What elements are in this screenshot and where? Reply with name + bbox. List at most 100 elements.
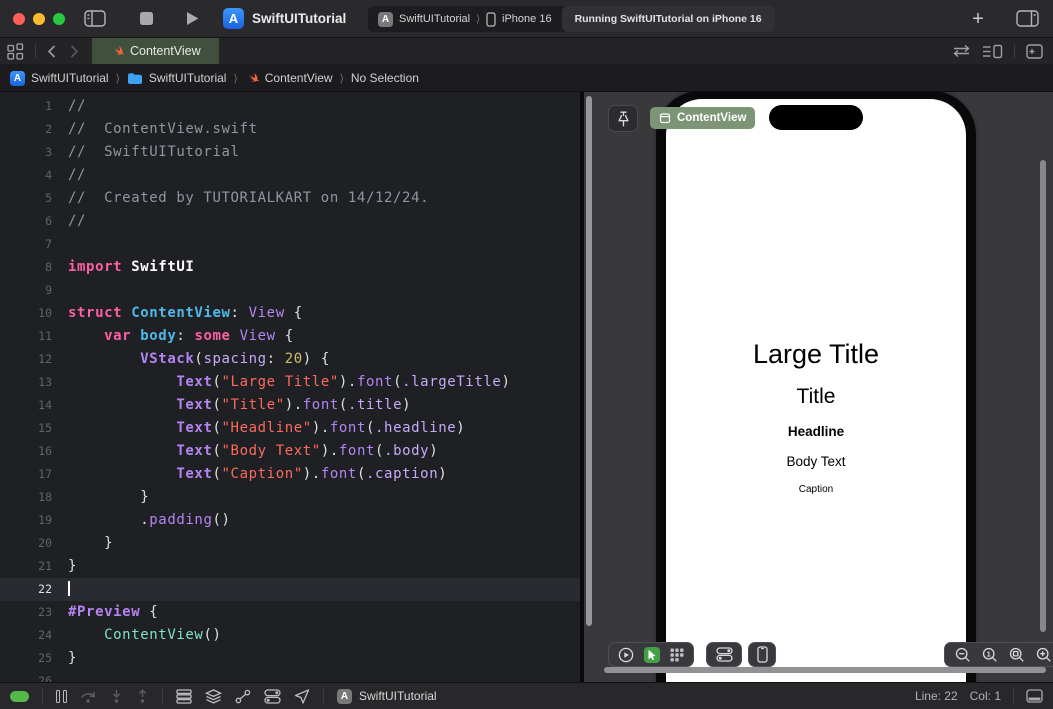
line-number: 17 <box>0 463 52 486</box>
code-editor[interactable]: 1//2// ContentView.swift3// SwiftUITutor… <box>0 92 580 682</box>
minimap-options-icon[interactable] <box>982 44 1003 59</box>
breadcrumb-group[interactable]: SwiftUITutorial <box>127 71 227 85</box>
preview-text-stack: Large Title Title Headline Body Text Cap… <box>666 339 966 495</box>
activity-status[interactable]: Running SwiftUITutorial on iPhone 16 <box>562 6 775 32</box>
line-number: 3 <box>0 141 52 164</box>
code-line[interactable]: 23#Preview { <box>0 601 580 624</box>
scheme-target[interactable]: A SwiftUITutorial ⟩ iPhone 16 <box>368 12 562 27</box>
code-line[interactable]: 14 Text("Title").font(.title) <box>0 394 580 417</box>
code-line[interactable]: 22 <box>0 578 580 601</box>
code-line[interactable]: 6// <box>0 210 580 233</box>
zoom-out-icon[interactable] <box>955 647 971 663</box>
code-line[interactable]: 17 Text("Caption").font(.caption) <box>0 463 580 486</box>
code-line[interactable]: 7 <box>0 233 580 256</box>
divider <box>162 689 163 703</box>
breadcrumb-separator: ⟩ <box>233 72 237 85</box>
debug-bar: A SwiftUITutorial Line: 22 Col: 1 <box>0 682 1053 709</box>
line-number: 10 <box>0 302 52 325</box>
device-settings-button[interactable] <box>706 642 742 667</box>
preview-mode-group <box>608 642 694 667</box>
line-number: 2 <box>0 118 52 141</box>
scheme-project-label: SwiftUITutorial <box>399 13 470 25</box>
iphone-screen[interactable]: Large Title Title Headline Body Text Cap… <box>666 99 966 682</box>
code-line[interactable]: 10struct ContentView: View { <box>0 302 580 325</box>
code-line[interactable]: 12 VStack(spacing: 20) { <box>0 348 580 371</box>
zoom-fit-icon[interactable] <box>1009 647 1025 663</box>
line-number: 1 <box>0 95 52 118</box>
code-line[interactable]: 2// ContentView.swift <box>0 118 580 141</box>
swap-editors-icon[interactable] <box>952 44 971 58</box>
line-number: 24 <box>0 624 52 647</box>
go-back-button[interactable] <box>40 38 63 64</box>
code-line[interactable]: 11 var body: some View { <box>0 325 580 348</box>
step-into-icon[interactable] <box>110 689 123 704</box>
code-line[interactable]: 9 <box>0 279 580 302</box>
go-forward-button[interactable] <box>63 38 86 64</box>
step-over-icon[interactable] <box>80 689 97 704</box>
tab-contentview[interactable]: ContentView <box>92 38 219 64</box>
run-button[interactable] <box>184 10 200 27</box>
code-line[interactable]: 16 Text("Body Text").font(.body) <box>0 440 580 463</box>
code-line[interactable]: 5// Created by TUTORIALKART on 14/12/24. <box>0 187 580 210</box>
code-line[interactable]: 24 ContentView() <box>0 624 580 647</box>
code-line[interactable]: 20 } <box>0 532 580 555</box>
window-title: SwiftUITutorial <box>252 11 346 26</box>
breadcrumb-file[interactable]: ContentView <box>245 71 333 85</box>
breadcrumb-separator: ⟩ <box>116 72 120 85</box>
code-line[interactable]: 4// <box>0 164 580 187</box>
code-line[interactable]: 25} <box>0 647 580 670</box>
navigator-sidebar-toggle[interactable] <box>84 10 106 27</box>
folder-icon <box>127 72 143 85</box>
preview-scrollbar-right[interactable] <box>1040 160 1046 632</box>
code-line[interactable]: 19 .padding() <box>0 509 580 532</box>
code-line[interactable]: 3// SwiftUITutorial <box>0 141 580 164</box>
scheme-selector[interactable]: A SwiftUITutorial ⟩ iPhone 16 Running Sw… <box>368 6 764 32</box>
iphone-icon <box>757 646 768 663</box>
preview-device-button[interactable] <box>748 642 776 667</box>
editor-layout-button[interactable] <box>1016 10 1039 27</box>
zoom-window-button[interactable] <box>53 13 65 25</box>
code-line[interactable]: 8import SwiftUI <box>0 256 580 279</box>
preview-selection-pill[interactable]: ContentView <box>650 107 755 129</box>
breakpoints-toggle[interactable] <box>10 691 29 702</box>
related-items-button[interactable] <box>0 38 31 64</box>
code-line[interactable]: 18 } <box>0 486 580 509</box>
step-out-icon[interactable] <box>136 689 149 704</box>
titlebar: A SwiftUITutorial A SwiftUITutorial ⟩ iP… <box>0 0 1053 38</box>
environment-overrides-icon[interactable] <box>264 689 281 704</box>
live-preview-button[interactable] <box>618 647 634 663</box>
line-number: 7 <box>0 233 52 256</box>
stop-button[interactable] <box>140 12 153 25</box>
selectable-mode-button[interactable] <box>644 647 660 663</box>
add-toolbar-button[interactable]: + <box>966 7 990 31</box>
code-line[interactable]: 1// <box>0 95 580 118</box>
pause-execution-button[interactable] <box>56 690 67 703</box>
preview-scrollbar-horizontal[interactable] <box>604 667 1046 673</box>
memory-graph-icon[interactable] <box>205 689 222 704</box>
simulate-location-icon[interactable] <box>294 689 310 704</box>
debug-session-item[interactable]: A SwiftUITutorial <box>337 689 437 704</box>
zoom-in-icon[interactable] <box>1036 647 1052 663</box>
code-line[interactable]: 21} <box>0 555 580 578</box>
preview-large-title: Large Title <box>753 339 879 370</box>
code-line[interactable]: 15 Text("Headline").font(.headline) <box>0 417 580 440</box>
line-number: 6 <box>0 210 52 233</box>
zoom-100-icon[interactable]: 1 <box>982 647 998 663</box>
line-number: 13 <box>0 371 52 394</box>
code-line[interactable]: 26 <box>0 670 580 682</box>
code-line[interactable]: 13 Text("Large Title").font(.largeTitle) <box>0 371 580 394</box>
breadcrumb-selection[interactable]: No Selection <box>351 71 419 85</box>
debug-graph-icon[interactable] <box>235 689 251 704</box>
variants-mode-button[interactable] <box>670 648 684 662</box>
view-hierarchy-icon[interactable] <box>176 689 192 704</box>
breadcrumb-project[interactable]: A SwiftUITutorial <box>10 71 109 86</box>
minimize-window-button[interactable] <box>33 13 45 25</box>
add-editor-icon[interactable] <box>1026 44 1043 59</box>
debug-console-toggle[interactable] <box>1026 689 1043 703</box>
preview-canvas: Large Title Title Headline Body Text Cap… <box>584 92 1053 682</box>
sidebar-right-icon <box>1016 10 1039 27</box>
preview-scrollbar-left[interactable] <box>586 96 592 626</box>
sidebar-left-icon <box>84 10 106 27</box>
pin-preview-button[interactable] <box>608 105 638 132</box>
close-window-button[interactable] <box>13 13 25 25</box>
